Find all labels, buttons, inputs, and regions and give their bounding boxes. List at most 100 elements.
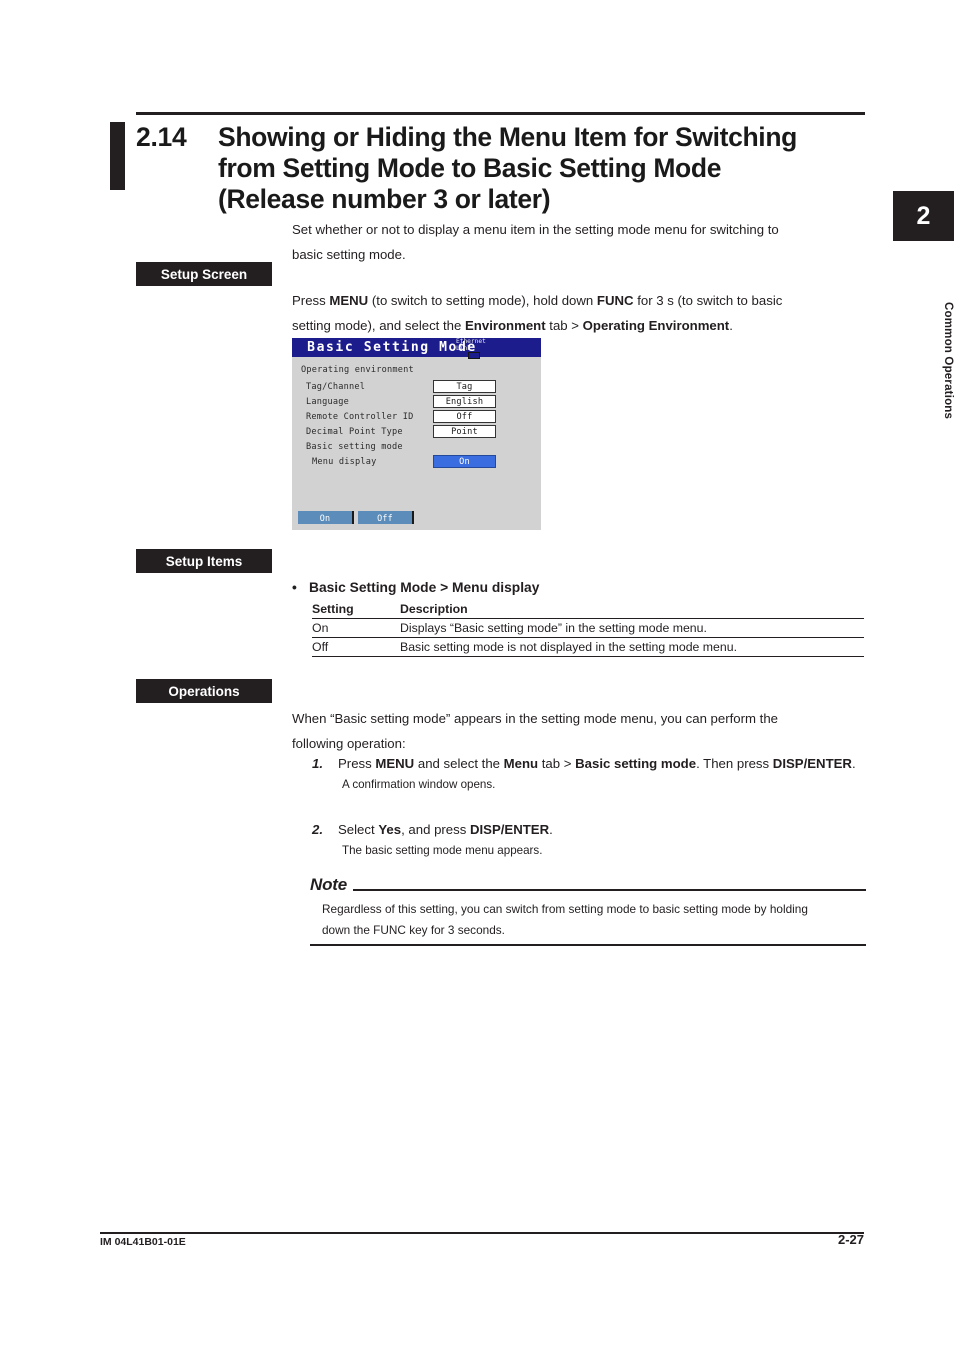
device-setting-value[interactable]: Tag: [433, 380, 496, 393]
step2-pre: Select: [338, 822, 379, 837]
note-block: Note Regardless of this setting, you can…: [310, 875, 866, 946]
table-cell-description: Basic setting mode is not displayed in t…: [400, 637, 864, 657]
step-text: Select Yes, and press DISP/ENTER.: [338, 819, 868, 841]
table-row: On Displays “Basic setting mode” in the …: [312, 618, 864, 638]
device-setting-row[interactable]: Remote Controller ID Off: [292, 410, 541, 425]
section-number-spacer-2: [136, 184, 218, 215]
device-setting-row-menu-display[interactable]: Menu display On: [292, 455, 541, 470]
section-number: 2.14: [136, 122, 187, 152]
func-key-name: FUNC: [596, 293, 634, 308]
note-header: Note: [310, 875, 866, 895]
menu-key-name: MENU: [329, 293, 369, 308]
step-number: 1.: [312, 756, 323, 771]
step2-end: .: [549, 822, 553, 837]
document-page: 2 Common Operations 2.14 Showing or Hidi…: [0, 0, 954, 1350]
step1-end: .: [851, 756, 856, 771]
operations-intro-line-1: When “Basic setting mode” appears in the…: [292, 711, 778, 726]
section-title-line-2: from Setting Mode to Basic Setting Mode: [218, 153, 722, 183]
step1-basic-setting-mode: Basic setting mode: [575, 756, 697, 771]
instr-pre: Press: [292, 293, 330, 308]
step1-menu-tab: Menu: [503, 756, 539, 771]
instr-mid-1: (to switch to setting mode), hold down: [368, 293, 597, 308]
device-setting-value[interactable]: Point: [433, 425, 496, 438]
table-row: Off Basic setting mode is not displayed …: [312, 637, 864, 657]
section-label-setup-screen: Setup Screen: [136, 262, 272, 286]
step-subtext: A confirmation window opens.: [342, 778, 496, 791]
device-setting-label: Remote Controller ID: [306, 412, 414, 422]
table-cell-description: Displays “Basic setting mode” in the set…: [400, 618, 864, 638]
operations-intro: When “Basic setting mode” appears in the…: [292, 706, 867, 756]
intro-paragraph: Set whether or not to display a menu ite…: [292, 217, 867, 267]
device-screen-section-heading: Operating environment: [301, 365, 414, 375]
setup-screen-instruction: Press MENU (to switch to setting mode), …: [292, 288, 867, 338]
device-setting-row[interactable]: Decimal Point Type Point: [292, 425, 541, 440]
footer-rule: [100, 1232, 864, 1234]
note-title: Note: [310, 875, 347, 894]
device-group-row: Basic setting mode: [292, 440, 541, 455]
step-text: Press MENU and select the Menu tab > Bas…: [338, 753, 868, 775]
table-header-row: Setting Description: [312, 601, 864, 619]
device-setting-row[interactable]: Language English: [292, 395, 541, 410]
section-label-operations: Operations: [136, 679, 272, 703]
device-group-label: Basic setting mode: [306, 442, 403, 452]
section-title-line-1: Showing or Hiding the Menu Item for Swit…: [218, 122, 797, 152]
heading-accent-bar: [110, 122, 125, 190]
ethernet-label-line-2: Link: [456, 344, 471, 352]
device-softkey-bar: On Off: [298, 511, 414, 524]
environment-tab-name: Environment: [465, 318, 546, 333]
ethernet-link-indicator: Ethernet Link: [456, 338, 508, 352]
setup-item-title: • Basic Setting Mode > Menu display: [292, 580, 539, 595]
softkey-off[interactable]: Off: [358, 511, 414, 524]
device-setting-label: Decimal Point Type: [306, 427, 403, 437]
instr-line2-pre: setting mode), and select the: [292, 318, 466, 333]
device-setting-label: Language: [306, 397, 349, 407]
setup-screen-instruction-line-1: Press MENU (to switch to setting mode), …: [292, 288, 867, 313]
section-label-setup-items: Setup Items: [136, 549, 272, 573]
operating-environment-name: Operating Environment: [582, 318, 730, 333]
step1-disp-key-part2: ENTER: [807, 756, 852, 771]
note-text: Regardless of this setting, you can swit…: [310, 895, 866, 941]
instr-mid-3: tab >: [545, 318, 583, 333]
device-setting-row[interactable]: Tag/Channel Tag: [292, 380, 541, 395]
step-number: 2.: [312, 822, 323, 837]
device-screen-title-bar: Basic Setting Mode Ethernet Link: [292, 338, 541, 359]
heading-top-rule: [136, 112, 865, 115]
intro-line-2: basic setting mode.: [292, 247, 406, 262]
table-header-setting: Setting: [312, 601, 400, 619]
device-setting-label: Tag/Channel: [306, 382, 366, 392]
device-setting-value[interactable]: Off: [433, 410, 496, 423]
setup-item-title-text: Basic Setting Mode > Menu display: [309, 580, 540, 595]
menu-display-label: Menu display: [312, 457, 377, 467]
bullet-icon: •: [292, 580, 297, 595]
footer-page-number: 2-27: [837, 1232, 864, 1247]
step1-mid-2: tab >: [538, 756, 576, 771]
softkey-on[interactable]: On: [298, 511, 354, 524]
table-cell-setting: On: [312, 618, 400, 638]
device-screen-body: Operating environment Tag/Channel Tag La…: [292, 357, 541, 511]
step2-mid-1: , and press: [401, 822, 470, 837]
note-top-rule: [352, 889, 866, 891]
chapter-tab-number: 2: [893, 191, 954, 241]
setup-screen-instruction-line-2: setting mode), and select the Environmen…: [292, 313, 867, 338]
step1-mid-3: . Then press: [696, 756, 773, 771]
note-line-2: down the FUNC key for 3 seconds.: [322, 923, 505, 937]
step2-yes: Yes: [378, 822, 402, 837]
step1-pre: Press: [338, 756, 376, 771]
table-cell-setting: Off: [312, 637, 400, 657]
section-number-spacer: [136, 153, 218, 184]
step2-disp-enter: DISP/ENTER: [469, 822, 550, 837]
intro-line-1: Set whether or not to display a menu ite…: [292, 222, 779, 237]
footer-document-id: IM 04L41B01-01E: [100, 1236, 186, 1248]
step1-mid-1: and select the: [414, 756, 504, 771]
section-title-line-3: (Release number 3 or later): [218, 184, 551, 214]
device-screen-screenshot: Basic Setting Mode Ethernet Link Operati…: [292, 338, 541, 530]
page-title: 2.14 Showing or Hiding the Menu Item for…: [136, 122, 871, 215]
step-subtext: The basic setting mode menu appears.: [342, 844, 543, 857]
chapter-tab-label: Common Operations: [942, 302, 954, 420]
menu-display-value[interactable]: On: [433, 455, 496, 468]
device-setting-value[interactable]: English: [433, 395, 496, 408]
setup-items-table: Setting Description On Displays “Basic s…: [312, 601, 864, 657]
instr-end: .: [729, 318, 733, 333]
table-header-description: Description: [400, 601, 864, 619]
note-bottom-rule: [310, 944, 866, 946]
